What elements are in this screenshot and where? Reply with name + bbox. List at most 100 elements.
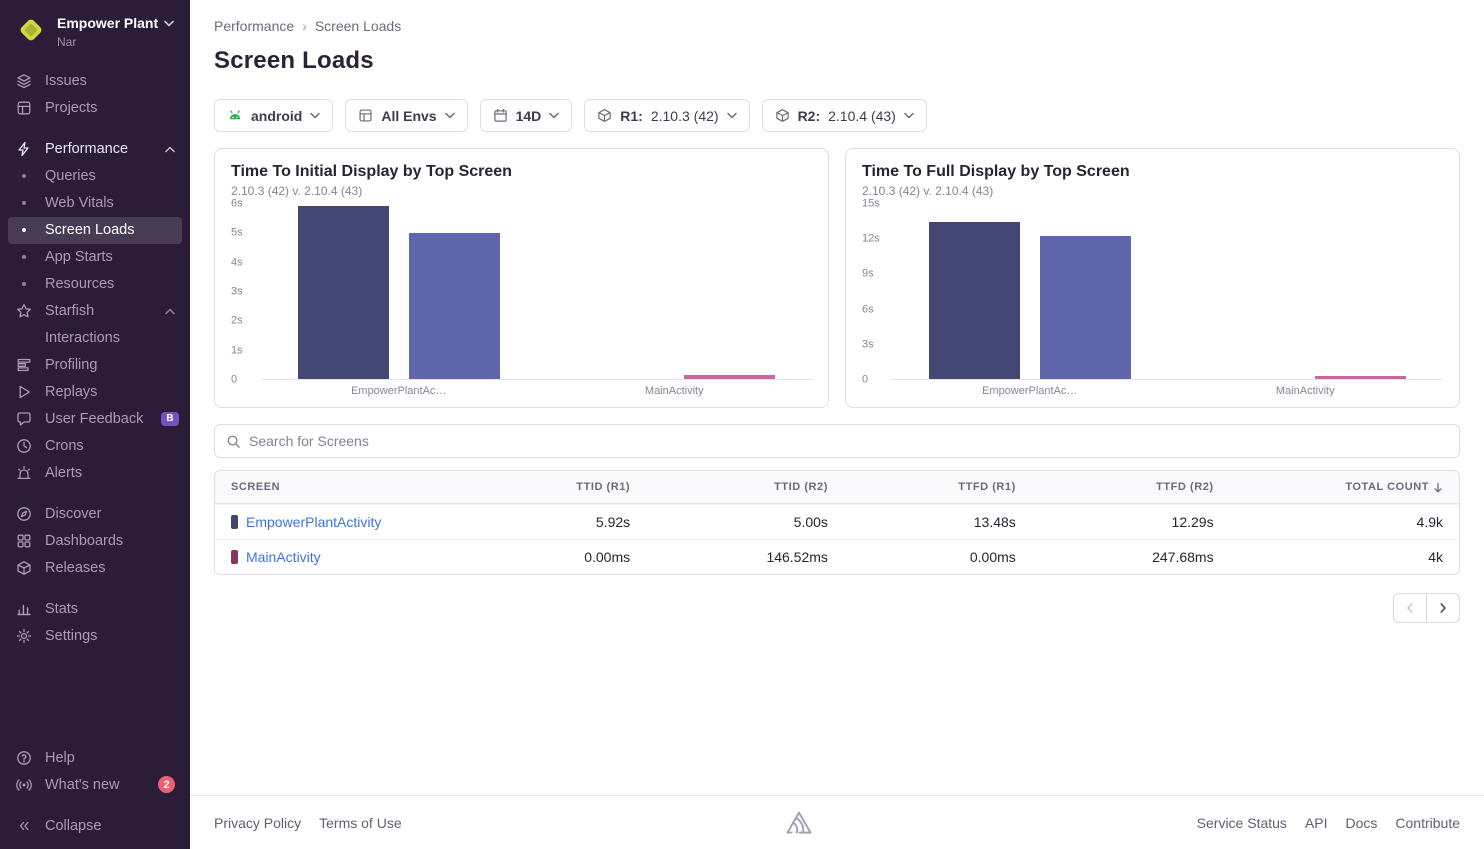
environment-filter-button[interactable]: All Envs (345, 99, 467, 132)
breadcrumb: Performance › Screen Loads (214, 18, 1460, 34)
org-switcher[interactable]: Empower Plant Nar (0, 0, 190, 60)
date-range-filter-button[interactable]: 14D (480, 99, 573, 132)
y-axis-tick: 2s (231, 316, 243, 327)
sidebar-item-projects[interactable]: Projects (8, 95, 182, 122)
bar-r2-2-10-4-43-[interactable] (1040, 236, 1131, 379)
collapse-icon (15, 819, 33, 833)
sidebar-item-app-starts[interactable]: App Starts (8, 244, 182, 271)
ttid-r1-value: 0.00ms (448, 540, 646, 574)
sidebar-item-label: Performance (45, 141, 128, 157)
sidebar-item-label: Starfish (45, 303, 94, 319)
sidebar-item-label: What's new (45, 777, 120, 793)
sidebar-item-releases[interactable]: Releases (8, 555, 182, 582)
sidebar-item-interactions[interactable]: Interactions (8, 325, 182, 352)
terms-of-use-link[interactable]: Terms of Use (319, 815, 401, 831)
collapse-sidebar-button[interactable]: Collapse (8, 812, 182, 839)
chevron-up-icon (165, 146, 175, 153)
y-axis: 03s6s9s12s15s (862, 204, 892, 380)
bar-r2-2-10-4-43-[interactable] (409, 233, 500, 379)
pagination-next-button[interactable] (1426, 593, 1460, 623)
charts-row: Time To Initial Display by Top Screen 2.… (214, 148, 1460, 408)
chevron-down-icon (727, 112, 737, 119)
pagination-previous-button[interactable] (1393, 593, 1427, 623)
sidebar-item-alerts[interactable]: Alerts (8, 460, 182, 487)
sidebar-item-queries[interactable]: Queries (8, 163, 182, 190)
bar-r2-2-10-4-43-[interactable] (1315, 376, 1406, 379)
sort-desc-icon (1433, 482, 1443, 493)
bar-r1-2-10-3-42-[interactable] (929, 222, 1020, 379)
page-title: Screen Loads (214, 47, 1460, 75)
breadcrumb-performance[interactable]: Performance (214, 18, 294, 34)
sidebar-item-label: Settings (45, 628, 97, 644)
sidebar-item-label: Web Vitals (45, 195, 114, 211)
bar-r2-2-10-4-43-[interactable] (684, 375, 775, 379)
screen-link[interactable]: MainActivity (246, 549, 321, 565)
notification-badge: 2 (158, 776, 175, 793)
release2-filter-button[interactable]: R2: 2.10.4 (43) (762, 99, 927, 132)
sidebar-item-label: Stats (45, 601, 78, 617)
chart-title: Time To Initial Display by Top Screen (231, 163, 812, 181)
sidebar-item-profiling[interactable]: Profiling (8, 352, 182, 379)
sidebar-item-dashboards[interactable]: Dashboards (8, 528, 182, 555)
screen-link[interactable]: EmpowerPlantActivity (246, 514, 381, 530)
column-header-screen[interactable]: SCREEN (215, 471, 448, 503)
y-axis-tick: 6s (862, 304, 874, 315)
sidebar-item-discover[interactable]: Discover (8, 501, 182, 528)
sidebar-item-label: Crons (45, 438, 84, 454)
bar-r1-2-10-3-42-[interactable] (298, 206, 389, 379)
sidebar-item-whats-new[interactable]: What's new 2 (8, 771, 182, 798)
ttid-r2-value: 5.00s (646, 505, 844, 539)
sidebar-item-label: Interactions (45, 330, 120, 346)
sidebar-item-starfish[interactable]: Starfish (8, 298, 182, 325)
plot-area (261, 204, 812, 380)
ttfd-r2-value: 12.29s (1032, 505, 1230, 539)
release1-filter-button[interactable]: R1: 2.10.3 (42) (584, 99, 749, 132)
chevron-down-icon (310, 112, 320, 119)
sidebar-item-settings[interactable]: Settings (8, 623, 182, 650)
sidebar-item-issues[interactable]: Issues (8, 68, 182, 95)
beta-badge: B (161, 412, 178, 426)
y-axis-tick: 0 (862, 375, 868, 386)
privacy-policy-link[interactable]: Privacy Policy (214, 815, 301, 831)
bullet-icon (15, 201, 33, 205)
sidebar-item-label: Collapse (45, 818, 101, 834)
sidebar-item-stats[interactable]: Stats (8, 596, 182, 623)
column-header-total-count[interactable]: TOTAL COUNT (1230, 471, 1459, 503)
sidebar-item-user-feedback[interactable]: User Feedback B (8, 406, 182, 433)
search-input[interactable] (249, 433, 1448, 449)
docs-link[interactable]: Docs (1346, 815, 1378, 831)
replays-icon (15, 384, 33, 400)
sidebar-item-help[interactable]: Help (8, 744, 182, 771)
table-row[interactable]: MainActivity 0.00ms 146.52ms 0.00ms 247.… (215, 539, 1459, 574)
sidebar-item-label: Issues (45, 73, 87, 89)
column-header-ttid-r2[interactable]: TTID (R2) (646, 471, 844, 503)
sidebar-item-resources[interactable]: Resources (8, 271, 182, 298)
sidebar-item-label: Projects (45, 100, 97, 116)
service-status-link[interactable]: Service Status (1197, 815, 1287, 831)
y-axis-tick: 3s (231, 287, 243, 298)
bar-group (261, 204, 537, 379)
ttid-bar-chart: 01s2s3s4s5s6sEmpowerPlantAc…MainActivity (231, 204, 812, 397)
ttfd-bar-chart: 03s6s9s12s15sEmpowerPlantAc…MainActivity (862, 204, 1443, 397)
breadcrumb-screen-loads[interactable]: Screen Loads (315, 18, 401, 34)
sidebar-item-screen-loads[interactable]: Screen Loads (8, 217, 182, 244)
gear-icon (15, 628, 33, 644)
projects-icon (15, 100, 33, 116)
broadcast-icon (15, 777, 33, 793)
contribute-link[interactable]: Contribute (1395, 815, 1460, 831)
total-count-value: 4.9k (1230, 505, 1459, 539)
sidebar-item-web-vitals[interactable]: Web Vitals (8, 190, 182, 217)
column-header-ttfd-r2[interactable]: TTFD (R2) (1032, 471, 1230, 503)
sidebar-item-crons[interactable]: Crons (8, 433, 182, 460)
release-icon (775, 108, 790, 123)
api-link[interactable]: API (1305, 815, 1328, 831)
sidebar-item-replays[interactable]: Replays (8, 379, 182, 406)
release1-value: 2.10.3 (42) (651, 108, 719, 124)
table-row[interactable]: EmpowerPlantActivity 5.92s 5.00s 13.48s … (215, 504, 1459, 539)
column-header-ttid-r1[interactable]: TTID (R1) (448, 471, 646, 503)
project-filter-button[interactable]: android (214, 99, 333, 132)
chevron-down-icon (445, 112, 455, 119)
sidebar-item-performance[interactable]: Performance (8, 136, 182, 163)
column-header-ttfd-r1[interactable]: TTFD (R1) (844, 471, 1032, 503)
calendar-icon (493, 108, 508, 123)
